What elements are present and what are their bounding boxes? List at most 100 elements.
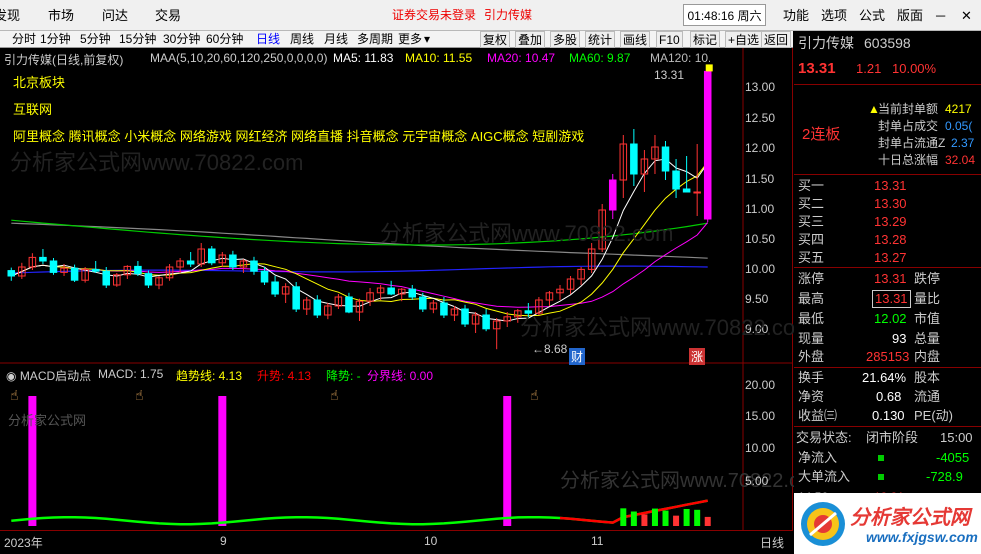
login-warning[interactable]: 证券交易未登录 — [392, 0, 476, 31]
last-price: 13.31 — [798, 60, 836, 77]
stats-button[interactable]: 统计 — [585, 31, 616, 48]
kline-svg[interactable]: ☝ ☝ ☝ ☝ — [0, 48, 793, 530]
bid-label: 买四 — [798, 232, 825, 247]
x-label-year: 2023年 — [4, 536, 43, 550]
candle-body — [608, 179, 617, 211]
watermark: 分析家公式网 — [8, 413, 87, 428]
seal-row: ▲ 当前封单额 4217 — [794, 101, 981, 118]
pointer-hand-icon: ☝ — [10, 387, 19, 403]
watermark: 分析家公式网www.70822.com — [10, 150, 304, 175]
mark-button[interactable]: 标记 — [690, 31, 721, 48]
brand-logo-icon — [801, 502, 845, 546]
stat2-label-right: 股本 — [914, 370, 941, 385]
limit-up-marker[interactable]: 涨 — [689, 348, 706, 365]
candle-body — [260, 270, 269, 283]
stat-row: 外盘 285153 内盘 — [794, 347, 981, 367]
tag-concepts[interactable]: 阿里概念 腾讯概念 小米概念 网络游戏 网红经济 网络直播 抖音概念 元宇宙概念… — [13, 126, 584, 145]
menu-wenda[interactable]: 问达 — [102, 0, 128, 31]
tab-60min[interactable]: 60分钟 — [206, 31, 243, 48]
seal-value: 4217 — [945, 102, 972, 116]
overlay-button[interactable]: 叠加 — [515, 31, 546, 48]
flow-value: -728.9 — [926, 469, 963, 484]
finance-marker[interactable]: 财 — [569, 348, 586, 365]
minimize-icon[interactable]: ─ — [936, 0, 945, 31]
chart-title: 引力传媒(日线,前复权) — [4, 53, 124, 67]
tab-multi-period[interactable]: 多周期 — [357, 31, 393, 48]
menu-trade[interactable]: 交易 — [155, 0, 181, 31]
stat-label-right: 市值 — [914, 311, 941, 326]
tag-region[interactable]: 北京板块 — [13, 72, 65, 91]
seal-label: 十日总涨幅 — [878, 153, 939, 167]
tab-more[interactable]: 更多 — [398, 31, 422, 48]
menu-layout[interactable]: 版面 — [897, 0, 923, 31]
menu-formula[interactable]: 公式 — [859, 0, 885, 31]
candle-body — [7, 270, 16, 277]
maa-label: MAA(5,10,20,60,120,250,0,0,0,0) — [150, 51, 328, 65]
tab-30min[interactable]: 30分钟 — [163, 31, 200, 48]
tab-fenshi[interactable]: 分时 — [12, 31, 36, 48]
chevron-down-icon[interactable]: ▾ — [424, 31, 430, 48]
stat-label: 现量 — [798, 331, 825, 346]
bid-row[interactable]: 买五 13.27 — [794, 248, 981, 268]
menu-options[interactable]: 选项 — [821, 0, 847, 31]
multi-stock-button[interactable]: 多股 — [550, 31, 581, 48]
trade-status-row: 交易状态: 闭市阶段 15:00 — [794, 428, 981, 448]
pointer-hand-icon: ☝ — [330, 387, 339, 403]
divider — [794, 267, 981, 268]
bid-row[interactable]: 买三 13.29 — [794, 212, 981, 232]
menu-discover[interactable]: 发现 — [0, 0, 20, 31]
bid-row[interactable]: 买二 13.30 — [794, 194, 981, 214]
low-price-label: ←8.68 — [532, 342, 568, 356]
tab-15min[interactable]: 15分钟 — [119, 31, 156, 48]
stat-label-right: 量比 — [914, 291, 941, 306]
stat2-label: 净资 — [798, 389, 825, 404]
divider — [794, 426, 981, 427]
stat-value: 12.02 — [874, 311, 907, 326]
stat-value: 13.31 — [872, 290, 911, 308]
tab-5min[interactable]: 5分钟 — [80, 31, 111, 48]
ma120-line — [11, 265, 708, 274]
menu-function[interactable]: 功能 — [783, 0, 809, 31]
tag-industry[interactable]: 互联网 — [13, 99, 52, 118]
x-label-nov: 11 — [591, 534, 604, 548]
candle-body — [661, 146, 670, 172]
ma5-value: MA5: 11.83 — [333, 51, 394, 65]
bid-label: 买一 — [798, 178, 825, 193]
tab-daily[interactable]: 日线 — [256, 31, 280, 48]
menu-market[interactable]: 市场 — [48, 0, 74, 31]
f10-button[interactable]: F10 — [656, 31, 683, 48]
stat2-value: 0.130 — [872, 408, 905, 423]
stat-label: 最高 — [798, 291, 825, 306]
chart-area[interactable]: ☝ ☝ ☝ ☝ 引力传媒(日线,前复权) MAA(5,10,20,60,120,250… — [0, 48, 827, 530]
bid-row[interactable]: 买一 13.31 — [794, 176, 981, 196]
stat2-label-right: 流通 — [914, 389, 941, 404]
stat-row: 现量 93 总量 — [794, 329, 981, 349]
watermark: 分析家公式网www.70822.com — [380, 221, 674, 246]
add-watchlist-button[interactable]: +自选 — [725, 31, 763, 48]
back-button[interactable]: 返回 — [761, 31, 792, 48]
stat-label: 外盘 — [798, 349, 825, 364]
ma20-value: MA20: 10.47 — [487, 51, 556, 65]
y-tick: 9.50 — [745, 292, 769, 306]
candle-body — [70, 267, 79, 281]
stock-title-link[interactable]: 引力传媒 — [484, 0, 532, 31]
bid-row[interactable]: 买四 13.28 — [794, 230, 981, 250]
macd-hist-bar — [662, 510, 669, 526]
draw-line-button[interactable]: 画线 — [620, 31, 651, 48]
stock-name: 引力传媒 — [798, 35, 854, 51]
trend-line-value: 趋势线: 4.13 — [176, 369, 243, 383]
fuquan-button[interactable]: 复权 — [480, 31, 511, 48]
stat2-value: 0.68 — [876, 389, 902, 404]
stat-row: 最低 12.02 市值 — [794, 309, 981, 329]
candle-body — [271, 281, 279, 295]
seal-row: 封单占流通Z 2.37 — [794, 135, 981, 152]
stock-header: 引力传媒 603598 — [794, 33, 981, 53]
tab-monthly[interactable]: 月线 — [324, 31, 348, 48]
y-tick: 11.50 — [745, 172, 775, 186]
macd-y-tick: 10.00 — [745, 441, 776, 455]
close-icon[interactable]: ✕ — [961, 0, 972, 31]
seal-row: 十日总涨幅 32.04 — [794, 152, 981, 169]
tab-weekly[interactable]: 周线 — [290, 31, 314, 48]
stat2-row: 换手 21.64% 股本 — [794, 368, 981, 388]
tab-1min[interactable]: 1分钟 — [40, 31, 71, 48]
